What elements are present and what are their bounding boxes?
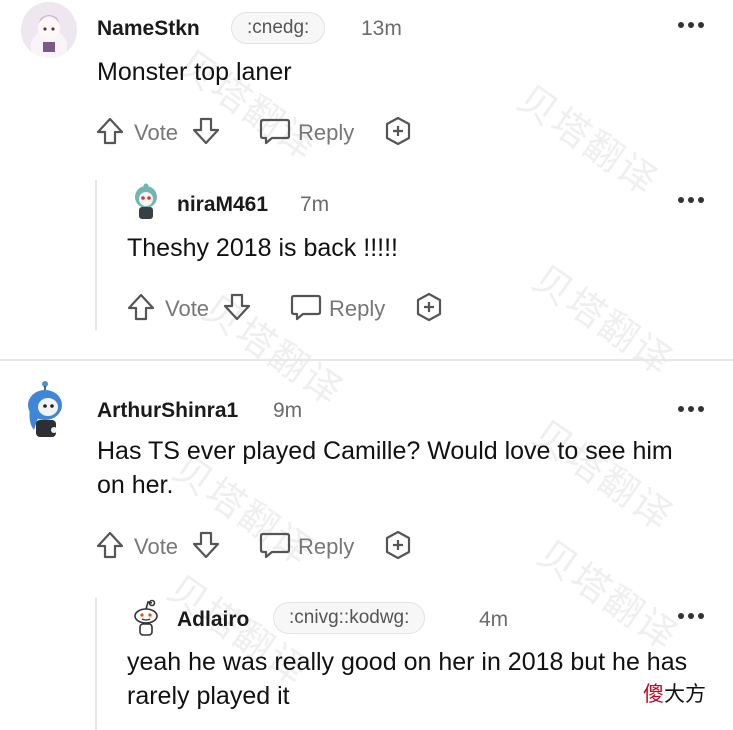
- username[interactable]: ArthurShinra1: [97, 399, 238, 423]
- comment-icon[interactable]: [290, 292, 322, 322]
- vote-label: Vote: [134, 120, 179, 145]
- timestamp: 13m: [361, 17, 402, 40]
- more-options-icon[interactable]: [676, 21, 706, 29]
- comment-body: Has TS ever played Camille? Would love t…: [97, 437, 673, 499]
- stamp-red-text: 傻: [643, 682, 664, 706]
- downvote-icon[interactable]: [191, 116, 221, 146]
- comment-body: Theshy 2018 is back !!!!!: [127, 234, 398, 262]
- vote-label: Vote: [165, 296, 210, 321]
- section-divider: [0, 359, 733, 361]
- more-options-icon[interactable]: [676, 196, 706, 204]
- avatar[interactable]: [130, 599, 162, 637]
- timestamp: 9m: [273, 399, 303, 422]
- corner-stamp: 傻大方: [643, 678, 706, 708]
- thread-line[interactable]: [95, 180, 97, 330]
- reply-button[interactable]: Reply: [298, 534, 354, 560]
- username[interactable]: Adlairo: [177, 608, 249, 632]
- watermark-text: 贝塔翻译: [529, 531, 687, 660]
- snoo-avatar-image: [28, 381, 62, 437]
- comment-body: yeah he was really good on her in 2018 b…: [127, 648, 688, 710]
- snoo-avatar-image: [135, 183, 157, 219]
- user-flair: :cnivg::kodwg:: [273, 602, 426, 634]
- timestamp: 4m: [479, 608, 509, 631]
- vote-label: Vote: [134, 534, 179, 559]
- more-options-icon[interactable]: [676, 612, 706, 620]
- avatar[interactable]: [21, 2, 77, 58]
- award-plus-icon[interactable]: [414, 292, 444, 322]
- thread-line[interactable]: [95, 598, 97, 730]
- upvote-icon[interactable]: [95, 116, 125, 146]
- comment-icon[interactable]: [259, 530, 291, 560]
- avatar[interactable]: [128, 183, 164, 223]
- watermark-text: 贝塔翻译: [509, 76, 667, 205]
- award-plus-icon[interactable]: [383, 116, 413, 146]
- upvote-icon[interactable]: [95, 530, 125, 560]
- downvote-icon[interactable]: [191, 530, 221, 560]
- avatar[interactable]: [22, 378, 68, 440]
- username[interactable]: NameStkn: [97, 17, 200, 41]
- user-flair: :cnedg:: [231, 12, 326, 44]
- watermark-text: 贝塔翻译: [524, 256, 682, 385]
- avatar-image: [21, 2, 77, 58]
- more-options-icon[interactable]: [676, 405, 706, 413]
- upvote-icon[interactable]: [126, 292, 156, 322]
- reply-button[interactable]: Reply: [329, 296, 385, 322]
- default-snoo-icon: [134, 599, 158, 636]
- downvote-icon[interactable]: [222, 292, 252, 322]
- award-plus-icon[interactable]: [383, 530, 413, 560]
- username[interactable]: niraM461: [177, 193, 268, 217]
- reply-button[interactable]: Reply: [298, 120, 354, 146]
- comment-icon[interactable]: [259, 116, 291, 146]
- timestamp: 7m: [300, 193, 330, 216]
- stamp-black-text: 大方: [664, 682, 706, 706]
- comment-body: Monster top laner: [97, 58, 292, 86]
